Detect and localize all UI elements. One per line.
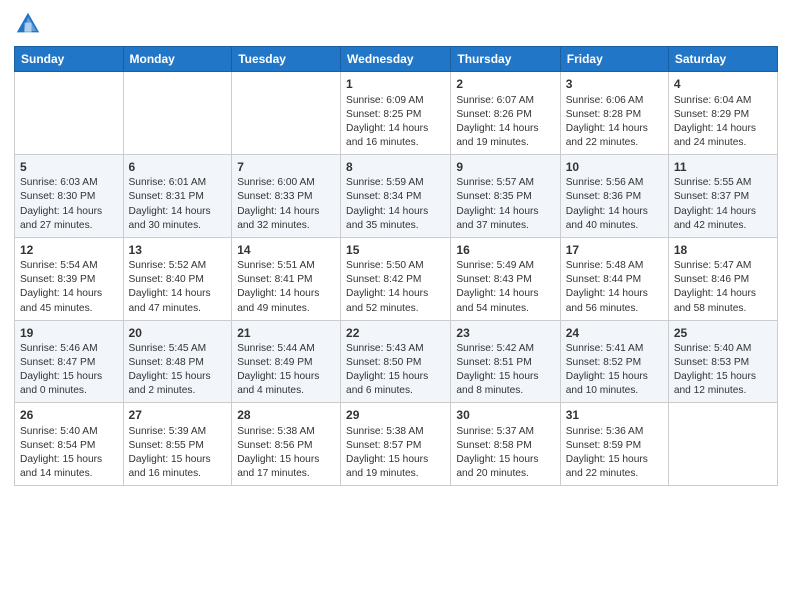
calendar-cell: 18Sunrise: 5:47 AMSunset: 8:46 PMDayligh… (668, 237, 777, 320)
day-number: 27 (129, 407, 227, 424)
day-number: 12 (20, 242, 118, 259)
calendar-cell (232, 72, 341, 155)
day-number: 11 (674, 159, 772, 176)
day-number: 19 (20, 325, 118, 342)
calendar-header-row: SundayMondayTuesdayWednesdayThursdayFrid… (15, 47, 778, 72)
day-of-week-header: Wednesday (341, 47, 451, 72)
day-of-week-header: Thursday (451, 47, 560, 72)
calendar-cell: 19Sunrise: 5:46 AMSunset: 8:47 PMDayligh… (15, 320, 124, 403)
day-number: 30 (456, 407, 554, 424)
calendar-cell (668, 403, 777, 486)
calendar-week-row: 12Sunrise: 5:54 AMSunset: 8:39 PMDayligh… (15, 237, 778, 320)
calendar-cell: 14Sunrise: 5:51 AMSunset: 8:41 PMDayligh… (232, 237, 341, 320)
calendar-cell: 26Sunrise: 5:40 AMSunset: 8:54 PMDayligh… (15, 403, 124, 486)
day-number: 10 (566, 159, 663, 176)
day-of-week-header: Sunday (15, 47, 124, 72)
header (14, 10, 778, 38)
calendar-cell: 10Sunrise: 5:56 AMSunset: 8:36 PMDayligh… (560, 154, 668, 237)
calendar-cell: 5Sunrise: 6:03 AMSunset: 8:30 PMDaylight… (15, 154, 124, 237)
day-number: 24 (566, 325, 663, 342)
day-number: 2 (456, 76, 554, 93)
day-number: 9 (456, 159, 554, 176)
day-number: 14 (237, 242, 335, 259)
calendar-cell: 16Sunrise: 5:49 AMSunset: 8:43 PMDayligh… (451, 237, 560, 320)
day-number: 28 (237, 407, 335, 424)
calendar-cell: 22Sunrise: 5:43 AMSunset: 8:50 PMDayligh… (341, 320, 451, 403)
calendar-week-row: 19Sunrise: 5:46 AMSunset: 8:47 PMDayligh… (15, 320, 778, 403)
day-number: 4 (674, 76, 772, 93)
day-number: 25 (674, 325, 772, 342)
calendar-week-row: 5Sunrise: 6:03 AMSunset: 8:30 PMDaylight… (15, 154, 778, 237)
calendar-cell: 28Sunrise: 5:38 AMSunset: 8:56 PMDayligh… (232, 403, 341, 486)
calendar-cell (123, 72, 232, 155)
day-number: 21 (237, 325, 335, 342)
day-number: 3 (566, 76, 663, 93)
calendar-cell: 20Sunrise: 5:45 AMSunset: 8:48 PMDayligh… (123, 320, 232, 403)
calendar-week-row: 26Sunrise: 5:40 AMSunset: 8:54 PMDayligh… (15, 403, 778, 486)
logo (14, 10, 46, 38)
day-of-week-header: Saturday (668, 47, 777, 72)
calendar-cell (15, 72, 124, 155)
day-number: 16 (456, 242, 554, 259)
day-number: 22 (346, 325, 445, 342)
calendar-cell: 29Sunrise: 5:38 AMSunset: 8:57 PMDayligh… (341, 403, 451, 486)
page: SundayMondayTuesdayWednesdayThursdayFrid… (0, 0, 792, 612)
calendar-cell: 8Sunrise: 5:59 AMSunset: 8:34 PMDaylight… (341, 154, 451, 237)
logo-icon (14, 10, 42, 38)
calendar-cell: 13Sunrise: 5:52 AMSunset: 8:40 PMDayligh… (123, 237, 232, 320)
day-number: 26 (20, 407, 118, 424)
calendar-cell: 30Sunrise: 5:37 AMSunset: 8:58 PMDayligh… (451, 403, 560, 486)
calendar-cell: 23Sunrise: 5:42 AMSunset: 8:51 PMDayligh… (451, 320, 560, 403)
calendar-cell: 9Sunrise: 5:57 AMSunset: 8:35 PMDaylight… (451, 154, 560, 237)
calendar-cell: 31Sunrise: 5:36 AMSunset: 8:59 PMDayligh… (560, 403, 668, 486)
calendar-table: SundayMondayTuesdayWednesdayThursdayFrid… (14, 46, 778, 486)
day-of-week-header: Tuesday (232, 47, 341, 72)
calendar-cell: 1Sunrise: 6:09 AMSunset: 8:25 PMDaylight… (341, 72, 451, 155)
calendar-cell: 3Sunrise: 6:06 AMSunset: 8:28 PMDaylight… (560, 72, 668, 155)
day-number: 6 (129, 159, 227, 176)
day-number: 1 (346, 76, 445, 93)
day-number: 15 (346, 242, 445, 259)
day-number: 20 (129, 325, 227, 342)
day-number: 31 (566, 407, 663, 424)
calendar-cell: 24Sunrise: 5:41 AMSunset: 8:52 PMDayligh… (560, 320, 668, 403)
day-of-week-header: Monday (123, 47, 232, 72)
calendar-cell: 12Sunrise: 5:54 AMSunset: 8:39 PMDayligh… (15, 237, 124, 320)
day-number: 23 (456, 325, 554, 342)
day-number: 18 (674, 242, 772, 259)
day-of-week-header: Friday (560, 47, 668, 72)
calendar-cell: 11Sunrise: 5:55 AMSunset: 8:37 PMDayligh… (668, 154, 777, 237)
day-number: 13 (129, 242, 227, 259)
calendar-week-row: 1Sunrise: 6:09 AMSunset: 8:25 PMDaylight… (15, 72, 778, 155)
day-number: 17 (566, 242, 663, 259)
calendar-cell: 4Sunrise: 6:04 AMSunset: 8:29 PMDaylight… (668, 72, 777, 155)
calendar-cell: 17Sunrise: 5:48 AMSunset: 8:44 PMDayligh… (560, 237, 668, 320)
calendar-cell: 27Sunrise: 5:39 AMSunset: 8:55 PMDayligh… (123, 403, 232, 486)
calendar-cell: 6Sunrise: 6:01 AMSunset: 8:31 PMDaylight… (123, 154, 232, 237)
day-number: 5 (20, 159, 118, 176)
calendar-cell: 21Sunrise: 5:44 AMSunset: 8:49 PMDayligh… (232, 320, 341, 403)
day-number: 29 (346, 407, 445, 424)
calendar-cell: 25Sunrise: 5:40 AMSunset: 8:53 PMDayligh… (668, 320, 777, 403)
calendar-cell: 2Sunrise: 6:07 AMSunset: 8:26 PMDaylight… (451, 72, 560, 155)
calendar-cell: 15Sunrise: 5:50 AMSunset: 8:42 PMDayligh… (341, 237, 451, 320)
day-number: 8 (346, 159, 445, 176)
day-number: 7 (237, 159, 335, 176)
calendar-cell: 7Sunrise: 6:00 AMSunset: 8:33 PMDaylight… (232, 154, 341, 237)
